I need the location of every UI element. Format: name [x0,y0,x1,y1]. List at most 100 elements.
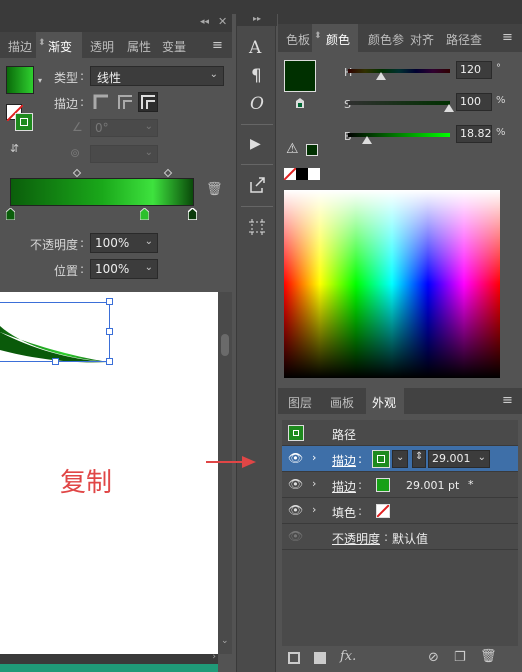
opentype-icon[interactable]: O [250,94,264,114]
midpoint-diamond[interactable] [72,168,82,178]
appearance-row-stroke-selected[interactable]: 👁 › 描边 : ⌄ ⇕ 29.001 ⌄ [282,446,518,472]
stroke-weight-input[interactable]: 29.001 ⌄ [428,450,490,468]
white-color-button[interactable] [308,168,320,180]
fx-icon[interactable]: fx. [340,649,356,664]
selection-handle[interactable] [106,358,113,365]
panel-menu-icon[interactable]: ≡ [502,30,513,45]
eye-icon[interactable]: 👁 [288,451,303,465]
opacity-field[interactable]: 100% ⌄ [90,233,158,253]
stroke-along-button[interactable] [116,93,134,111]
stroke-color-swatch[interactable] [372,450,390,468]
current-color-swatch[interactable] [284,60,316,92]
vertical-scrollbar[interactable]: ⌄ [218,292,232,654]
appearance-row-fill[interactable]: 👁 › 填色 : [282,498,518,524]
eye-icon[interactable]: 👁 [288,503,303,517]
tab-transparency[interactable]: 透明 [90,38,114,55]
stroke-swatch[interactable] [15,113,33,131]
opacity-colon: : [80,236,85,250]
tab-align[interactable]: 对齐 [410,31,434,48]
tab-layers[interactable]: 图层 [288,394,312,411]
gradient-stop-selected[interactable] [188,208,197,220]
tab-stroke[interactable]: 描边 [8,38,32,55]
horizontal-scrollbar[interactable]: › [0,652,218,664]
swap-icon[interactable]: ⇵ [10,142,19,155]
tab-color[interactable]: ⬍ 颜色 [312,24,358,52]
expand-chevron-icon[interactable]: › [312,477,316,490]
actions-play-icon[interactable]: ▶ [250,136,261,152]
b-slider-thumb[interactable] [362,136,372,144]
type-select[interactable]: 线性 ⌄ [90,66,224,86]
s-slider-thumb[interactable] [444,104,454,112]
h-slider-thumb[interactable] [376,72,386,80]
tab-variables[interactable]: 变量 [162,38,186,55]
gradient-stop[interactable] [6,208,15,220]
tab-gradient[interactable]: ⬍ 渐变 [36,32,82,58]
add-fill-icon[interactable] [314,652,326,664]
stroke-color-swatch[interactable] [376,478,390,492]
tab-color-guide[interactable]: 颜色参 [368,31,404,48]
export-icon[interactable] [248,176,266,194]
appearance-row-stroke[interactable]: 👁 › 描边 : 29.001 pt * [282,472,518,498]
expand-chevron-icon[interactable]: › [312,451,316,464]
gradient-stop[interactable] [140,208,149,220]
h-slider[interactable] [348,69,450,73]
selection-handle[interactable] [106,298,113,305]
expand-chevron-icon[interactable]: › [312,503,316,516]
artboard-tool-icon[interactable] [248,218,266,236]
stroke-across-button[interactable] [138,92,158,112]
fill-row-label[interactable]: 填色 [332,504,356,521]
warning-icon[interactable]: ⚠ [286,141,299,157]
tab-appearance[interactable]: 外观 [366,388,404,414]
eye-icon[interactable]: 👁 [288,477,303,491]
position-field[interactable]: 100% ⌄ [90,259,158,279]
tool-strip-header[interactable]: ▸▸ [237,14,277,26]
stroke-row-label[interactable]: 描边 [332,478,356,495]
websafe-swatch[interactable] [306,144,318,156]
s-slider[interactable] [348,101,450,105]
paragraph-icon[interactable]: ¶ [251,66,262,86]
tab-pathfinder[interactable]: 路径查 [446,31,482,48]
h-input[interactable]: 120 [456,61,492,79]
none-color-button[interactable] [284,168,296,180]
midpoint-diamond[interactable] [163,168,173,178]
scroll-thumb[interactable] [221,334,229,356]
add-stroke-icon[interactable] [288,652,300,664]
delete-item-icon[interactable]: 🗑 [480,649,497,664]
appearance-row-opacity[interactable]: 👁 不透明度 : 默认值 [282,524,518,550]
stroke-weight-stepper[interactable]: ⇕ [412,450,426,468]
appearance-bottom-bar: fx. ⊘ ❐ 🗑 [278,646,522,672]
b-input[interactable]: 18.82 [456,125,492,143]
stroke-color-dropdown[interactable]: ⌄ [392,450,408,468]
stroke-row-label[interactable]: 描边 [332,452,356,469]
angle-select[interactable]: 0° ⌄ [90,119,158,137]
chevron-down-icon: ⌄ [209,69,218,80]
selection-handle[interactable] [106,328,113,335]
collapse-icon[interactable]: ◂◂ [200,17,209,27]
clear-appearance-icon[interactable]: ⊘ [428,650,439,665]
tab-artboards[interactable]: 画板 [330,394,354,411]
s-input[interactable]: 100 [456,93,492,111]
selection-bounding-box[interactable] [0,302,110,362]
scroll-down-icon[interactable]: ⌄ [221,636,229,646]
aspect-select[interactable]: ⌄ [90,145,158,163]
tab-attributes[interactable]: 属性 [127,38,151,55]
tab-swatches[interactable]: 色板 [286,31,310,48]
close-icon[interactable]: ✕ [218,15,227,28]
fill-none-swatch[interactable] [376,504,390,518]
canvas-area[interactable]: 复制 › ⌄ [0,292,232,672]
duplicate-item-icon[interactable]: ❐ [454,650,466,665]
swatch-dropdown-icon[interactable]: ▾ [38,76,42,85]
stroke-within-button[interactable] [92,93,110,111]
gradient-swatch[interactable] [6,66,34,94]
scroll-right-icon[interactable]: › [212,652,216,662]
trash-icon[interactable]: 🗑 [206,182,223,197]
appearance-tab-bar: 图层 画板 外观 ≡ [278,388,522,414]
opacity-row-label[interactable]: 不透明度 [332,530,380,547]
panel-menu-icon[interactable]: ≡ [212,38,223,53]
character-icon[interactable]: A [249,38,261,58]
color-spectrum[interactable] [284,190,500,378]
gradient-bar[interactable] [10,178,194,206]
panel-menu-icon[interactable]: ≡ [502,393,513,408]
black-color-button[interactable] [296,168,308,180]
selection-handle[interactable] [52,358,59,365]
